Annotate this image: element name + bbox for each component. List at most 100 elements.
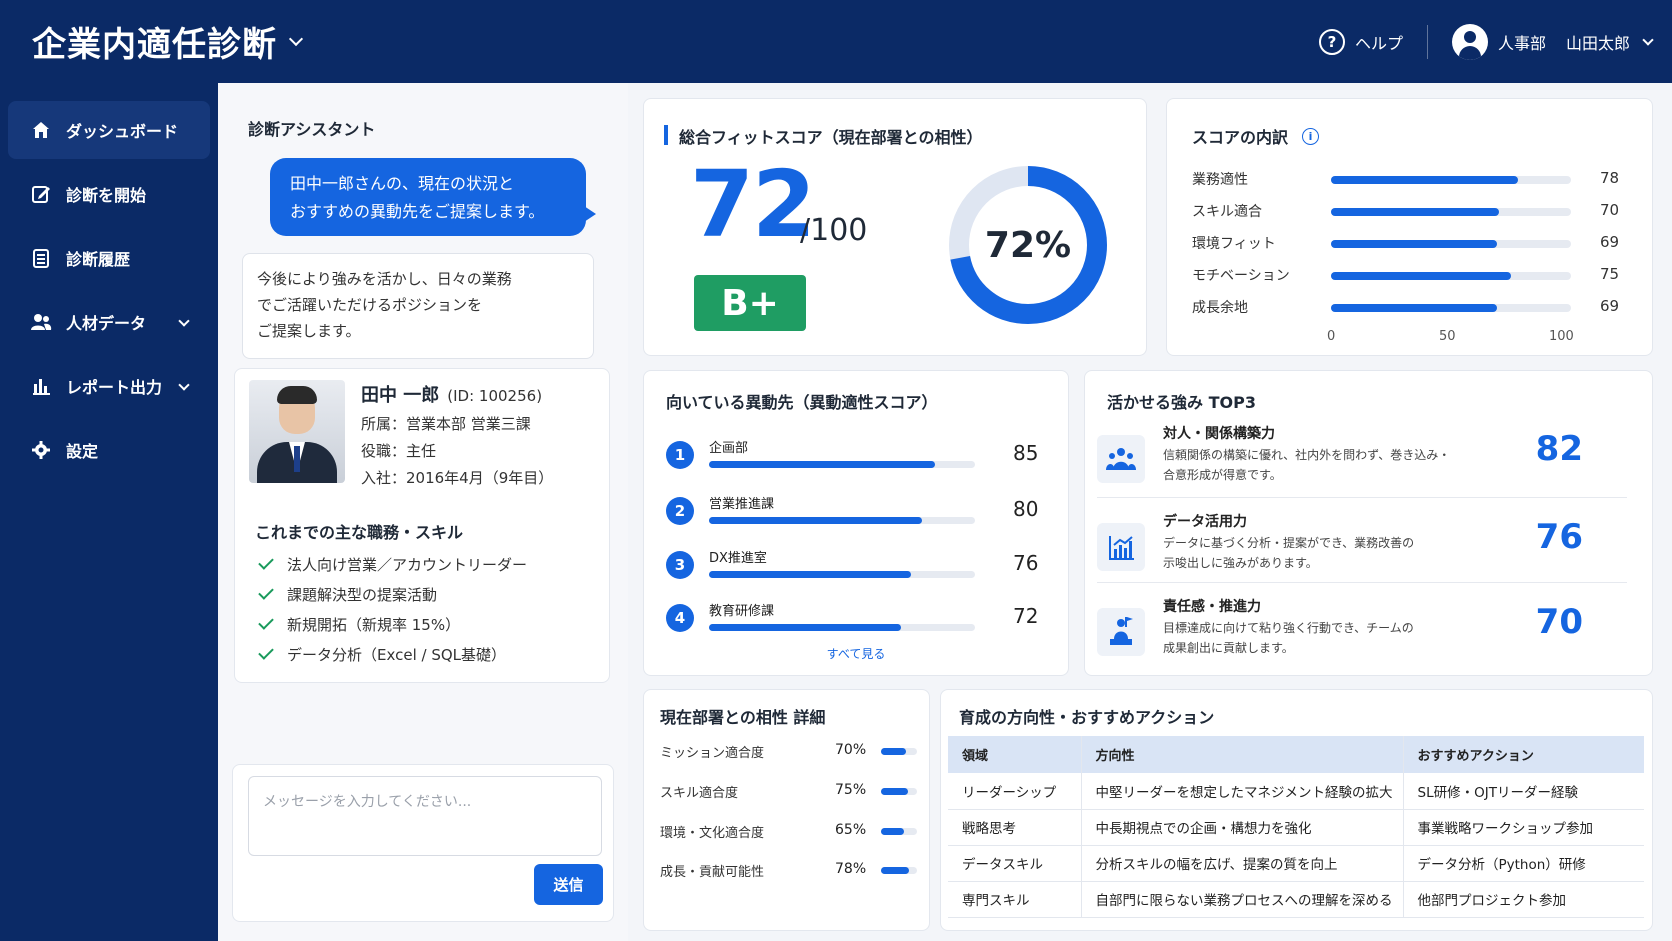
skill-item: 課題解決型の提案活動 — [258, 579, 527, 609]
breakdown-value: 78 — [1600, 169, 1620, 187]
column-header: 領域 — [948, 736, 1081, 773]
compatibility-label: 成長・貢献可能性 — [660, 865, 765, 880]
user-menu[interactable]: 人事部 山田太郎 — [1451, 23, 1654, 60]
assistant-reply: 今後により強みを活かし、日々の業務 でご活躍いただけるポジションを ご提案します… — [242, 253, 594, 359]
fit-score-value: 72 — [690, 151, 816, 258]
transfer-track — [709, 461, 975, 468]
transfer-track — [709, 517, 975, 524]
rank-badge: 3 — [666, 551, 694, 579]
skills-list: 法人向け営業／アカウントリーダー 課題解決型の提案活動 新規開拓（新規率 15%… — [258, 549, 527, 669]
sidebar-item-report[interactable]: レポート出力 — [8, 357, 210, 415]
compatibility-row: スキル適合度 75% — [660, 782, 920, 802]
sidebar-item-talent-data[interactable]: 人材データ — [8, 293, 210, 351]
sidebar: ダッシュボード 診断を開始 診断履歴 人材データ レポート出力 設定 — [0, 83, 218, 941]
strength-score: 82 — [1535, 429, 1583, 469]
bar-chart-icon — [30, 375, 52, 397]
sidebar-item-settings[interactable]: 設定 — [8, 421, 210, 479]
user-name: 山田太郎 — [1565, 33, 1630, 53]
transfer-item[interactable]: 4 教育研修課 72 — [666, 598, 1056, 648]
breakdown-fill — [1331, 208, 1499, 216]
strengths-card: 活かせる強み TOP3 対人・関係構築力 信頼関係の構築に優れ、社内外を問わず、… — [1084, 370, 1653, 676]
compatibility-row: ミッション適合度 70% — [660, 742, 920, 762]
breakdown-fill — [1331, 240, 1497, 248]
reply-line: でご活躍いただけるポジションを — [257, 296, 483, 314]
table-cell: データスキル — [948, 845, 1081, 882]
breakdown-fill — [1331, 304, 1497, 312]
sidebar-item-dashboard[interactable]: ダッシュボード — [8, 101, 210, 159]
breakdown-row: 成長余地 69 — [1192, 297, 1632, 317]
rank-badge: 1 — [666, 441, 694, 469]
axis-tick: 0 — [1327, 329, 1336, 344]
transfer-list: 1 企画部 85 2 営業推進課 80 3 DX推進室 76 4 教育研修課 72 — [666, 435, 1056, 635]
table-cell: 中堅リーダーを想定したマネジメント経験の拡大 — [1080, 773, 1403, 810]
transfer-score: 85 — [1013, 441, 1039, 465]
development-table: 領域 方向性 おすすめアクション リーダーシップ 中堅リーダーを想定したマネジメ… — [948, 736, 1644, 918]
transfer-item[interactable]: 1 企画部 85 — [666, 435, 1056, 485]
compatibility-fill — [881, 788, 908, 795]
profile-photo — [249, 380, 345, 483]
table-cell: 分析スキルの幅を広げ、提案の質を向上 — [1080, 845, 1403, 882]
see-all-link[interactable]: すべて見る — [644, 645, 1068, 662]
chevron-down-icon[interactable] — [288, 31, 304, 46]
info-icon[interactable]: i — [1302, 127, 1320, 145]
leader-icon — [1097, 608, 1145, 656]
strength-desc-line: 目標達成に向けて粘り強く行動でき、チームの — [1163, 621, 1414, 635]
development-title: 育成の方向性・おすすめアクション — [959, 708, 1215, 727]
compatibility-track — [881, 748, 917, 755]
transfer-name: DX推進室 — [709, 551, 767, 566]
divider — [1097, 497, 1627, 498]
skill-label: 課題解決型の提案活動 — [287, 585, 438, 604]
chevron-down-icon — [178, 379, 190, 391]
check-icon — [258, 554, 274, 570]
compatibility-percent: 65% — [835, 822, 867, 838]
analytics-chart-icon — [1097, 523, 1145, 571]
compatibility-fill — [881, 867, 910, 874]
team-icon — [1097, 435, 1145, 483]
transfer-track — [709, 624, 975, 631]
transfer-item[interactable]: 3 DX推進室 76 — [666, 545, 1056, 595]
table-cell: 事業戦略ワークショップ参加 — [1402, 809, 1644, 846]
gear-icon — [30, 439, 52, 461]
transfer-name: 営業推進課 — [709, 497, 775, 512]
breakdown-header: スコアの内訳 i — [1192, 124, 1320, 148]
divider — [1097, 582, 1627, 583]
message-input[interactable] — [248, 776, 602, 856]
skill-item: 法人向け営業／アカウントリーダー — [258, 549, 527, 579]
skill-label: データ分析（Excel / SQL基礎） — [287, 645, 507, 664]
transfer-item[interactable]: 2 営業推進課 80 — [666, 491, 1056, 541]
breakdown-value: 75 — [1600, 265, 1620, 283]
strength-score: 70 — [1535, 602, 1583, 642]
sidebar-item-label: 人材データ — [66, 314, 147, 333]
help-button[interactable]: ? ヘルプ — [1318, 28, 1403, 55]
breakdown-value: 69 — [1600, 233, 1620, 251]
fit-score-card: 総合フィットスコア（現在部署との相性） 72 /100 B+ 72% — [643, 98, 1147, 356]
strength-desc: 目標達成に向けて粘り強く行動でき、チームの 成果創出に貢献します。 — [1163, 618, 1473, 658]
sidebar-item-start-diagnosis[interactable]: 診断を開始 — [8, 165, 210, 223]
compatibility-label: 環境・文化適合度 — [660, 826, 765, 841]
table-row: 専門スキル 自部門に限らない業務プロセスへの理解を深める 他部門プロジェクト参加 — [948, 881, 1644, 918]
profile-card: 田中 一郎 (ID: 100256) 所属：営業本部 営業三課 役職：主任 入社：… — [234, 368, 610, 683]
breakdown-label: 業務適性 — [1192, 172, 1248, 188]
reply-line: 今後により強みを活かし、日々の業務 — [257, 270, 512, 288]
table-cell: 中長期視点での企画・構想力を強化 — [1080, 809, 1403, 846]
table-cell: 自部門に限らない業務プロセスへの理解を深める — [1080, 881, 1403, 918]
profile-joined: 入社：2016年4月（9年目） — [361, 469, 554, 487]
axis-tick: 100 — [1549, 329, 1574, 344]
help-label: ヘルプ — [1354, 33, 1403, 53]
assistant-title: 診断アシスタント — [248, 120, 376, 139]
sidebar-item-history[interactable]: 診断履歴 — [8, 229, 210, 287]
rank-badge: 2 — [666, 497, 694, 525]
compatibility-fill — [881, 828, 905, 835]
sidebar-item-label: 設定 — [66, 442, 99, 461]
compatibility-list: ミッション適合度 70% スキル適合度 75% 環境・文化適合度 65% 成長・貢献可… — [660, 742, 920, 892]
send-button[interactable]: 送信 — [534, 864, 603, 905]
transfer-name: 教育研修課 — [709, 604, 775, 619]
compatibility-label: ミッション適合度 — [660, 746, 765, 761]
strength-desc-line: 信頼関係の構築に優れ、社内外を問わず、巻き込み・ — [1163, 448, 1451, 462]
breakdown-label: 環境フィット — [1192, 236, 1276, 252]
bubble-line: 田中一郎さんの、現在の状況と — [290, 174, 515, 193]
breakdown-track — [1331, 208, 1571, 216]
transfer-name: 企画部 — [709, 441, 749, 456]
profile-affiliation: 所属：営業本部 営業三課 — [361, 415, 531, 433]
table-row: データスキル 分析スキルの幅を広げ、提案の質を向上 データ分析（Python）研… — [948, 845, 1644, 882]
